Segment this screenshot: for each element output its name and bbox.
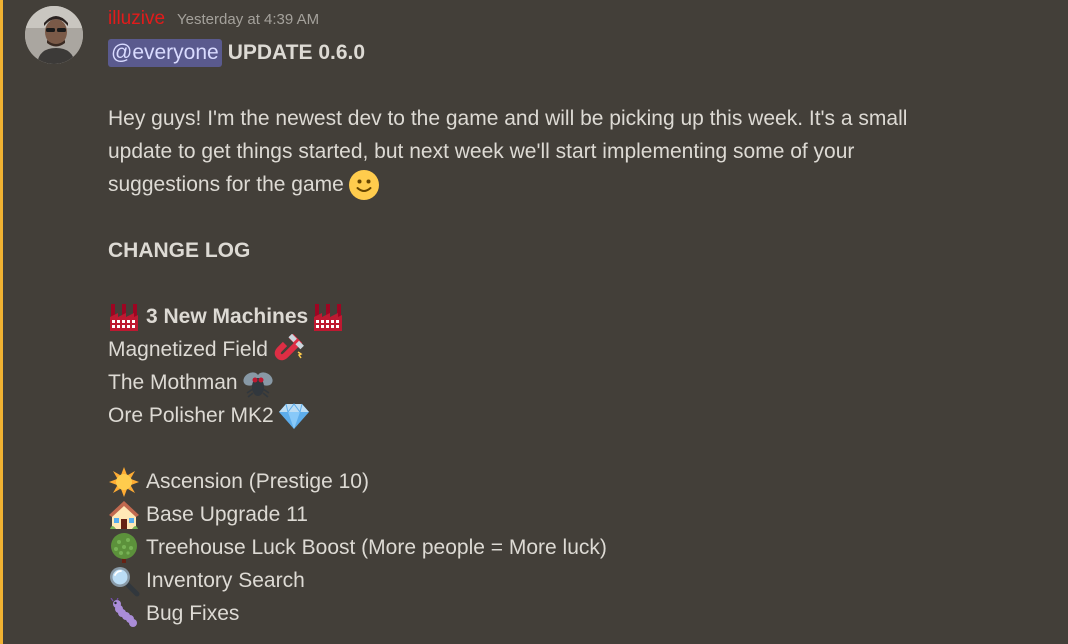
everyone-mention[interactable]: @everyone — [108, 38, 222, 67]
avatar[interactable] — [25, 6, 83, 64]
changelog-heading-line: CHANGE LOG — [108, 234, 1038, 267]
machine-item: Ore Polisher MK2 — [108, 399, 1038, 432]
timestamp[interactable]: Yesterday at 4:39 AM — [177, 11, 319, 28]
feature-item: Bug Fixes — [108, 597, 1038, 630]
machine-label: The Mothman — [108, 371, 238, 394]
message-header: illuzive Yesterday at 4:39 AM — [108, 8, 319, 32]
worm-icon — [108, 597, 140, 630]
intro-line-1: Hey guys! I'm the newest dev to the game… — [108, 102, 1038, 135]
feature-label: Bug Fixes — [146, 602, 240, 625]
feature-label: Base Upgrade 11 — [146, 503, 308, 526]
intro-text: Hey guys! I'm the newest dev to the game… — [108, 107, 908, 130]
mention-highlight-bar — [0, 0, 3, 644]
feature-label: Treehouse Luck Boost (More people = More… — [146, 536, 607, 559]
tree-icon — [108, 532, 140, 564]
feature-label: Inventory Search — [146, 569, 305, 592]
feature-item: Ascension (Prestige 10) — [108, 465, 1038, 498]
user-avatar-icon — [25, 6, 83, 64]
feature-item: Treehouse Luck Boost (More people = More… — [108, 531, 1038, 564]
fly-icon — [242, 367, 274, 399]
feature-item: Base Upgrade 11 — [108, 498, 1038, 531]
magnifier-icon — [108, 565, 140, 597]
machine-item: Magnetized Field — [108, 333, 1038, 366]
changelog-heading: CHANGE LOG — [108, 239, 251, 262]
factory-icon — [108, 301, 140, 333]
username[interactable]: illuzive — [108, 8, 165, 30]
house-icon — [108, 499, 140, 531]
intro-text: update to get things started, but next w… — [108, 140, 855, 163]
factory-icon — [312, 301, 344, 333]
smile-icon — [348, 169, 380, 201]
machines-heading-line: 3 New Machines — [108, 300, 1038, 333]
message-content: @everyone UPDATE 0.6.0 Hey guys! I'm the… — [108, 36, 1038, 630]
machine-label: Ore Polisher MK2 — [108, 404, 274, 427]
intro-line-2: update to get things started, but next w… — [108, 135, 1038, 168]
feature-label: Ascension (Prestige 10) — [146, 470, 369, 493]
update-title: UPDATE 0.6.0 — [227, 41, 366, 64]
sun-icon — [108, 466, 140, 498]
gem-icon — [278, 400, 310, 432]
discord-message-page: { "message": { "author": "illuzive", "ti… — [0, 0, 1068, 644]
machines-heading: 3 New Machines — [146, 305, 309, 328]
intro-line-3: suggestions for the game — [108, 168, 1038, 201]
magnet-icon — [272, 333, 304, 366]
feature-item: Inventory Search — [108, 564, 1038, 597]
title-line: @everyone UPDATE 0.6.0 — [108, 36, 1038, 69]
intro-text: suggestions for the game — [108, 173, 344, 196]
machine-label: Magnetized Field — [108, 338, 268, 361]
machine-item: The Mothman — [108, 366, 1038, 399]
